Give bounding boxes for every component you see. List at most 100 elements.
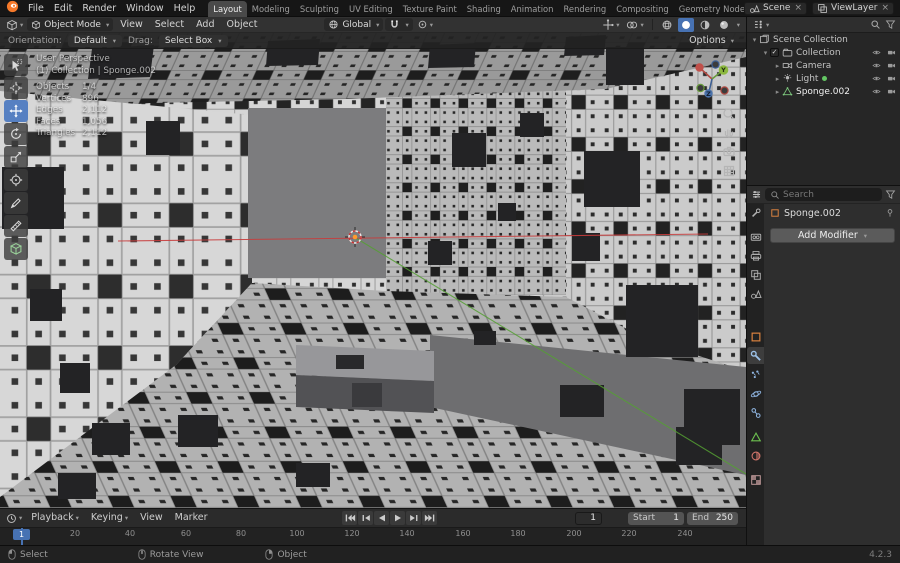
shading-wireframe-button[interactable] [659,18,675,32]
menu-file[interactable]: File [23,0,49,17]
outliner-row-scene-collection[interactable]: ▾ Scene Collection [747,33,900,46]
orientation-default-dropdown[interactable]: Default ▾ [67,34,122,47]
menu-view[interactable]: View [115,17,148,33]
properties-search[interactable] [765,188,882,201]
pin-icon[interactable] [885,208,895,218]
tab-sculpting[interactable]: Sculpting [295,1,344,17]
menu-playback[interactable]: Playback ▾ [26,509,84,527]
menu-window[interactable]: Window [121,0,168,17]
breadcrumb[interactable]: Sponge.002 [764,204,900,222]
shading-solid-button[interactable] [677,17,694,32]
expand-icon[interactable]: ▾ [761,49,770,57]
play-reverse-button[interactable] [374,511,389,525]
shading-material-button[interactable] [697,18,713,32]
render-visibility-icon[interactable] [886,48,897,57]
frame-end-field[interactable]: End 250 [687,511,738,525]
mode-dropdown[interactable]: Object Mode ▾ [27,18,114,31]
tab-output[interactable] [747,247,764,264]
tab-tool[interactable] [747,204,764,221]
jump-to-start-button[interactable] [342,511,357,525]
menu-edit[interactable]: Edit [49,0,77,17]
viewlayer-remove-icon[interactable]: × [881,3,889,13]
gizmo-neg-z-ball[interactable] [711,60,720,69]
playhead-frame-badge[interactable]: 1 [13,529,30,540]
tool-transform[interactable] [4,169,28,191]
collection-checkbox[interactable]: ✓ [770,48,779,57]
tab-modifiers[interactable] [747,347,764,364]
tab-uv-editing[interactable]: UV Editing [344,1,398,17]
viewlayer-selector[interactable]: ViewLayer × [812,1,894,15]
expand-icon[interactable]: ▸ [773,75,782,83]
blender-logo-icon[interactable] [0,0,23,16]
options-dropdown[interactable]: Options ▾ [689,35,738,46]
menu-select[interactable]: Select [150,17,189,33]
tab-texture-paint[interactable]: Texture Paint [398,1,462,17]
transform-orientation-dropdown[interactable]: Global ▾ [324,18,384,31]
properties-editor-icon[interactable] [751,189,762,200]
tool-move[interactable] [4,100,28,122]
outliner-row-light[interactable]: ▸ Light [747,72,900,85]
menu-marker[interactable]: Marker [170,509,213,527]
render-visibility-icon[interactable] [886,74,897,83]
menu-keying[interactable]: Keying ▾ [86,509,133,527]
render-visibility-icon[interactable] [886,61,897,70]
tab-compositing[interactable]: Compositing [611,1,674,17]
tab-render[interactable] [747,228,764,245]
outliner-search-icon[interactable] [870,19,881,30]
tab-view-layer[interactable] [747,266,764,283]
outliner-editor-type-button[interactable]: ▾ [751,18,771,32]
hide-eye-icon[interactable] [871,74,882,83]
tab-object-data[interactable] [747,428,764,445]
tool-measure[interactable] [4,215,28,237]
menu-help[interactable]: Help [169,0,201,17]
scene-selector[interactable]: Scene × [744,1,807,15]
next-keyframe-button[interactable] [406,511,421,525]
properties-filter-icon[interactable] [885,189,896,200]
menu-add[interactable]: Add [191,17,219,33]
outliner-row-camera[interactable]: ▸ Camera [747,59,900,72]
play-button[interactable] [390,511,405,525]
add-modifier-button[interactable]: Add Modifier ▾ [770,228,895,243]
tab-constraints[interactable] [747,404,764,421]
proportional-edit-button[interactable]: ▾ [415,18,435,32]
gizmo-x-axis-ball[interactable] [695,63,704,72]
outliner-filter-icon[interactable] [885,19,896,30]
tool-cursor[interactable] [4,77,28,99]
tab-world[interactable] [747,304,764,321]
expand-icon[interactable]: ▸ [773,62,782,70]
tab-texture[interactable] [747,471,764,488]
gizmo-neg-x-ball[interactable] [720,86,729,95]
shading-rendered-button[interactable] [716,18,732,32]
jump-to-end-button[interactable] [422,511,437,525]
hide-eye-icon[interactable] [871,87,882,96]
tab-particles[interactable] [747,366,764,383]
tab-physics[interactable] [747,385,764,402]
scene-unlink-icon[interactable]: × [794,3,802,13]
render-visibility-icon[interactable] [886,87,897,96]
prev-keyframe-button[interactable] [358,511,373,525]
tab-shading[interactable]: Shading [462,1,506,17]
tab-material[interactable] [747,447,764,464]
gizmo-neg-y-ball[interactable] [696,83,705,93]
tab-scene[interactable] [747,285,764,302]
current-frame-field[interactable]: 1 [575,511,602,525]
tab-modeling[interactable]: Modeling [247,1,295,17]
timeline-ruler[interactable]: 20 40 60 80 100 120 140 160 180 200 220 … [0,527,746,547]
hide-eye-icon[interactable] [871,61,882,70]
tab-object[interactable] [747,328,764,345]
tool-scale[interactable] [4,146,28,168]
outliner-row-sponge[interactable]: ▸ Sponge.002 [747,85,900,98]
tab-animation[interactable]: Animation [506,1,559,17]
tab-geometry-nodes[interactable]: Geometry Nodes [674,1,744,17]
tool-select-box[interactable] [4,54,28,76]
outliner-row-collection[interactable]: ▾ ✓ Collection [747,46,900,59]
tab-rendering[interactable]: Rendering [558,1,611,17]
editor-type-button[interactable]: ▾ [4,18,25,32]
overlays-toggle[interactable]: ▾ [624,18,645,32]
tool-add-cube[interactable] [4,238,28,260]
menu-timeline-view[interactable]: View [135,509,168,527]
timeline-editor-type-button[interactable]: ▾ [4,511,24,525]
drag-mode-dropdown[interactable]: Select Box ▾ [158,34,228,47]
expand-icon[interactable]: ▸ [773,88,782,96]
gizmos-toggle[interactable]: ▾ [600,18,621,32]
